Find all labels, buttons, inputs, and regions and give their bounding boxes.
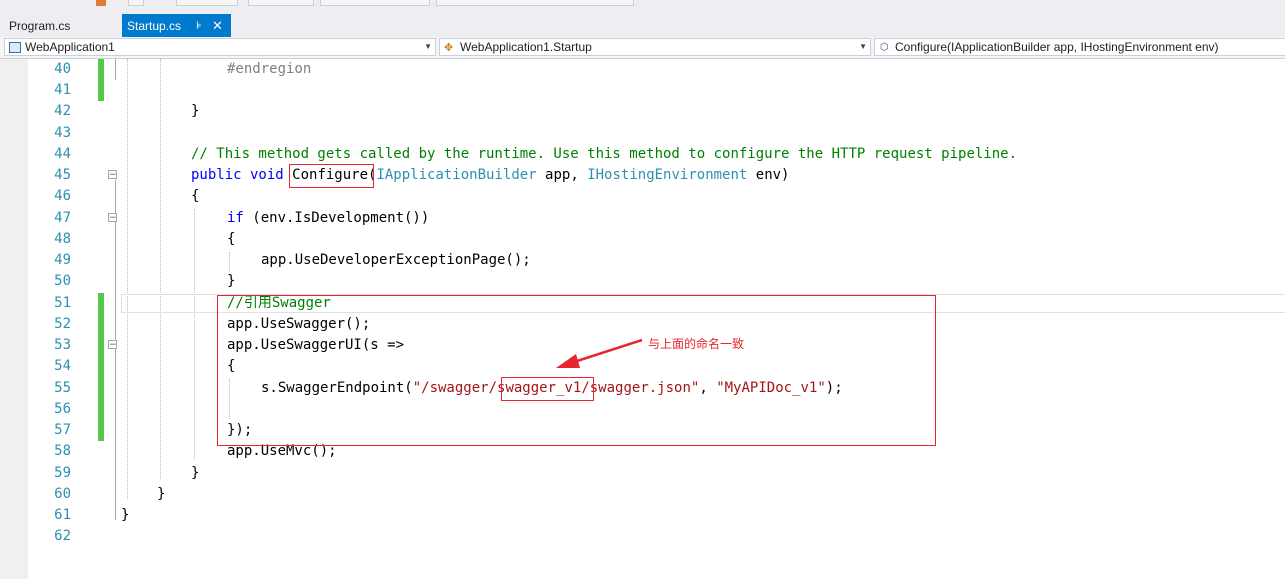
code-line-50: } (227, 273, 236, 289)
line-number: 57 (54, 422, 71, 438)
document-tab-bar: Program.cs Startup.cs ⊧ ✕ (0, 6, 1285, 39)
line-number: 46 (54, 188, 71, 204)
line-number: 47 (54, 210, 71, 226)
line-number: 60 (54, 486, 71, 502)
pin-icon[interactable]: ⊧ (196, 14, 202, 38)
line-number: 42 (54, 103, 71, 119)
indent-guide (229, 252, 230, 272)
line-number: 45 (54, 167, 71, 183)
collapse-button[interactable]: − (108, 170, 117, 180)
line-number: 40 (54, 61, 71, 77)
project-dropdown-label: WebApplication1 (25, 40, 115, 54)
annotation-arrow (556, 338, 643, 368)
code-line-45: public void Configure(IApplicationBuilde… (191, 165, 790, 186)
line-number: 50 (54, 273, 71, 289)
project-dropdown[interactable]: WebApplication1 ▼ (4, 38, 436, 56)
navigation-bar: WebApplication1 ▼ ✥ WebApplication1.Star… (0, 37, 1285, 59)
line-number: 62 (54, 528, 71, 544)
line-number: 52 (54, 316, 71, 332)
tab-label: Startup.cs (127, 19, 182, 33)
collapse-button[interactable]: − (108, 213, 117, 223)
class-dropdown-label: WebApplication1.Startup (460, 40, 592, 54)
code-line-60: } (157, 486, 166, 502)
annotation-note: 与上面的命名一致 (648, 337, 745, 351)
code-token: IApplicationBuilder (376, 167, 537, 183)
member-dropdown-label: Configure(IApplicationBuilder app, IHost… (895, 40, 1219, 54)
line-number: 55 (54, 380, 71, 396)
project-icon (9, 42, 21, 53)
tab-startup-cs[interactable]: Startup.cs ⊧ ✕ (122, 14, 231, 38)
collapse-button[interactable]: − (108, 340, 117, 350)
line-number: 48 (54, 231, 71, 247)
code-line-42: } (191, 103, 200, 119)
close-icon[interactable]: ✕ (212, 14, 223, 38)
code-editor[interactable]: − − − 40 41 42 43 44 45 46 47 48 49 50 5… (0, 59, 1285, 579)
member-dropdown[interactable]: ⬡ Configure(IApplicationBuilder app, IHo… (874, 38, 1285, 56)
line-number: 51 (54, 295, 71, 311)
code-line-46: { (191, 188, 200, 204)
code-line-40: #endregion (227, 61, 312, 77)
annotation-box-configure (289, 164, 374, 188)
chevron-down-icon: ▼ (859, 42, 867, 51)
code-line-49: app.UseDeveloperExceptionPage(); (261, 252, 531, 268)
class-icon: ✥ (444, 42, 454, 54)
code-line-47: if (env.IsDevelopment()) (227, 208, 429, 229)
outline-line (115, 180, 116, 520)
code-line-48: { (227, 231, 236, 247)
class-dropdown[interactable]: ✥ WebApplication1.Startup ▼ (439, 38, 871, 56)
line-number: 43 (54, 125, 71, 141)
method-icon: ⬡ (880, 42, 889, 53)
indent-guide (160, 59, 161, 479)
indent-guide (194, 209, 195, 459)
code-line-59: } (191, 465, 200, 481)
annotation-box-swagger-version (501, 377, 594, 401)
editor-left-margin (0, 59, 28, 579)
line-number: 49 (54, 252, 71, 268)
tab-program-cs[interactable]: Program.cs (0, 14, 120, 38)
line-number: 61 (54, 507, 71, 523)
code-token: IHostingEnvironment (587, 167, 748, 183)
change-marker (98, 59, 104, 101)
line-number: 58 (54, 443, 71, 459)
change-marker (98, 293, 104, 441)
chevron-down-icon: ▼ (424, 42, 432, 51)
line-number: 56 (54, 401, 71, 417)
tab-label: Program.cs (9, 19, 71, 33)
line-number: 44 (54, 146, 71, 162)
outline-line (115, 59, 116, 80)
code-token: app, (536, 167, 588, 183)
line-number: 53 (54, 337, 71, 353)
line-number: 41 (54, 82, 71, 98)
code-line-44: // This method gets called by the runtim… (191, 146, 1018, 162)
code-token: if (227, 210, 244, 226)
code-token: public void (191, 167, 293, 183)
indent-guide (127, 59, 128, 499)
code-token: env) (747, 167, 790, 183)
code-line-61: } (121, 507, 130, 523)
line-number: 54 (54, 358, 71, 374)
code-token: (env.IsDevelopment()) (243, 210, 430, 226)
line-number: 59 (54, 465, 71, 481)
